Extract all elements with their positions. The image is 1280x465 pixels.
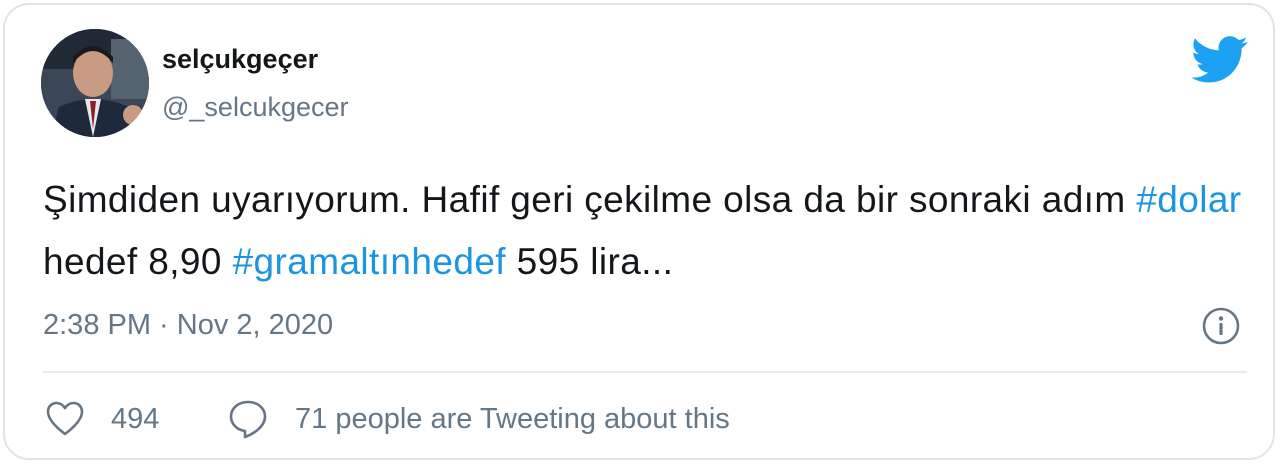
tweet-text-part: hedef 8,90 xyxy=(43,241,233,282)
like-count: 494 xyxy=(111,403,160,435)
avatar-image xyxy=(41,29,149,137)
avatar[interactable] xyxy=(41,29,149,137)
conversation-button[interactable]: 71 people are Tweeting about this xyxy=(227,397,730,441)
twitter-bird-icon[interactable] xyxy=(1190,36,1249,84)
tweet-timestamp[interactable]: 2:38 PM · Nov 2, 2020 xyxy=(43,305,333,345)
like-button[interactable]: 494 xyxy=(45,397,159,441)
heart-icon xyxy=(46,401,84,436)
speech-bubble-icon xyxy=(229,400,267,439)
conversation-label: 71 people are Tweeting about this xyxy=(295,403,730,435)
tweet-text: Şimdiden uyarıyorum. Hafif geri çekilme … xyxy=(43,169,1243,293)
info-icon[interactable] xyxy=(1201,306,1241,346)
tweet-text-part: Şimdiden uyarıyorum. Hafif geri çekilme … xyxy=(43,179,1137,220)
hashtag-link-dolar[interactable]: #dolar xyxy=(1136,179,1241,220)
author-display-name[interactable]: selçukgeçer xyxy=(162,43,318,75)
tweet-card: selçukgeçer @_selcukgecer Şimdiden uyarı… xyxy=(3,3,1275,460)
tweet-text-part: 595 lira... xyxy=(505,241,674,282)
author-handle[interactable]: @_selcukgecer xyxy=(162,91,349,123)
hashtag-link-gramaltinhedef[interactable]: #gramaltınhedef xyxy=(233,241,506,282)
divider xyxy=(43,371,1247,373)
